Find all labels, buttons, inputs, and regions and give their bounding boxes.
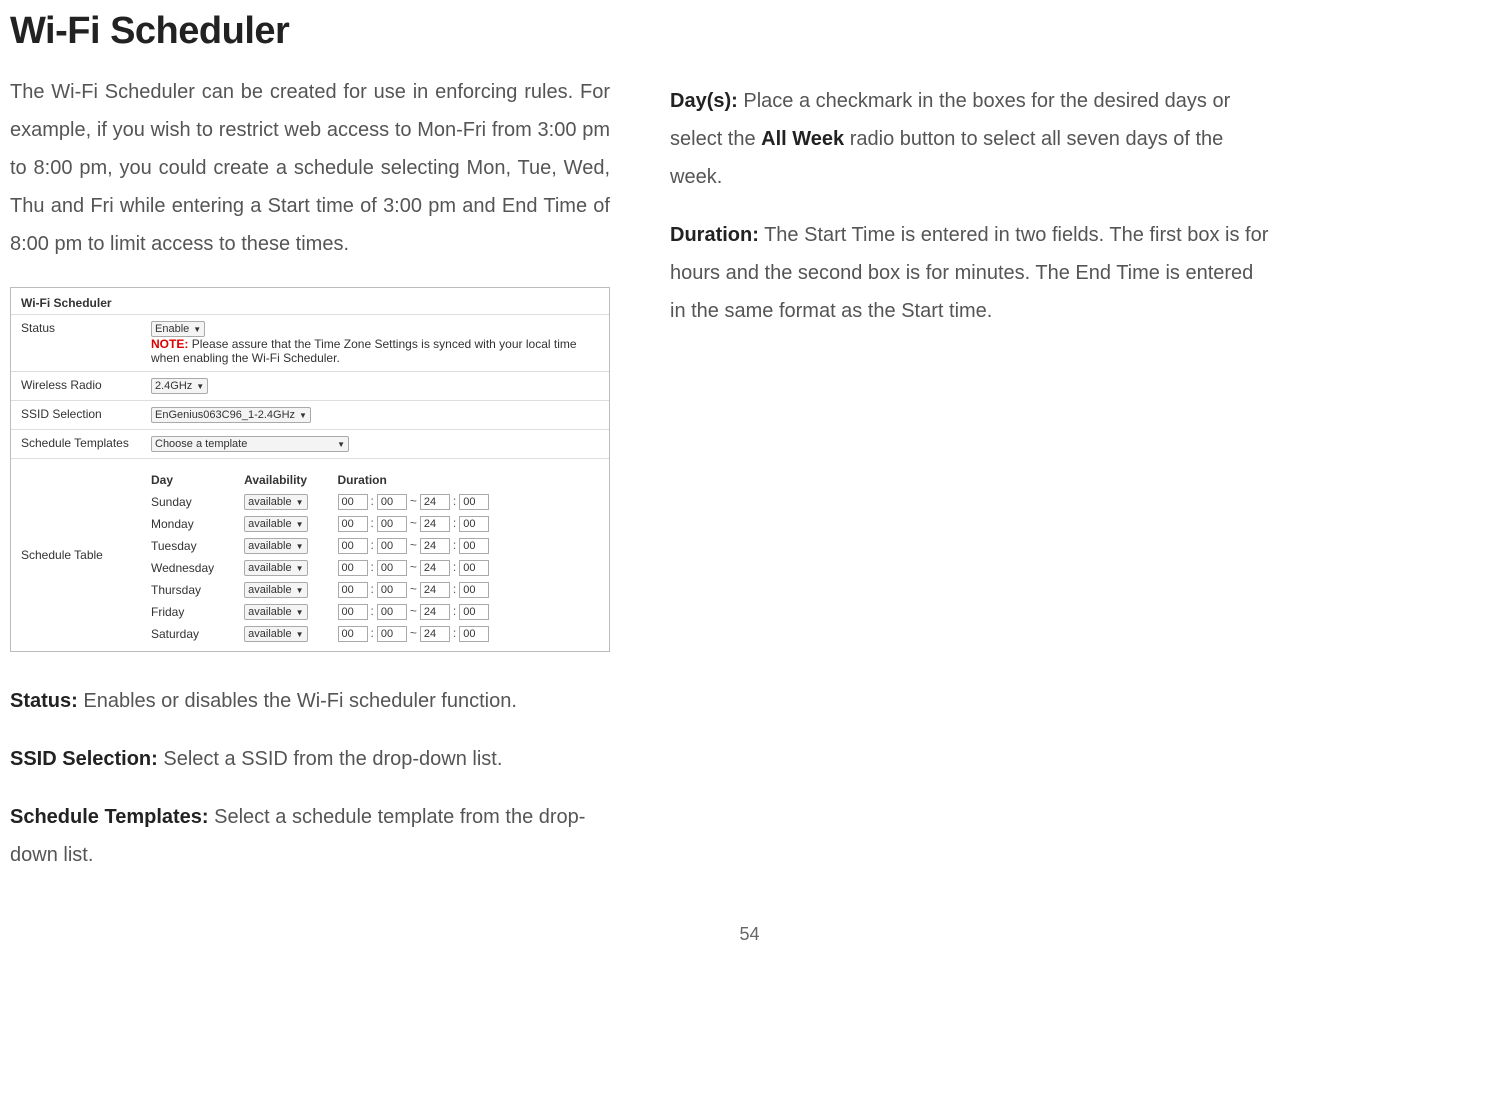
end-min-input[interactable]: 00 [459,516,489,532]
page-title: Wi-Fi Scheduler [10,10,610,53]
left-column: Wi-Fi Scheduler The Wi-Fi Scheduler can … [10,10,610,894]
right-column: Day(s): Place a checkmark in the boxes f… [670,10,1270,894]
cell-day: Sunday [151,491,244,513]
cell-day: Friday [151,601,244,623]
availability-select[interactable]: available ▼ [244,582,307,598]
def-duration: Duration: The Start Time is entered in t… [670,216,1270,330]
end-hour-input[interactable]: 24 [420,516,450,532]
chevron-down-icon: ▼ [196,382,204,391]
row-label-ssid: SSID Selection [11,401,141,430]
table-row: Wednesdayavailable ▼ 00:00~24:00 [151,557,519,579]
cell-day: Tuesday [151,535,244,557]
end-min-input[interactable]: 00 [459,560,489,576]
end-min-input[interactable]: 00 [459,538,489,554]
template-select[interactable]: Choose a template ▼ [151,436,349,452]
chevron-down-icon: ▼ [296,542,304,551]
wireless-radio-select[interactable]: 2.4GHz ▼ [151,378,208,394]
row-label-radio: Wireless Radio [11,372,141,401]
availability-select[interactable]: available ▼ [244,516,307,532]
def-ssid-selection: SSID Selection: Select a SSID from the d… [10,740,610,778]
table-row: Sundayavailable ▼ 00:00~24:00 [151,491,519,513]
end-min-input[interactable]: 00 [459,494,489,510]
chevron-down-icon: ▼ [296,564,304,573]
start-hour-input[interactable]: 00 [338,560,368,576]
chevron-down-icon: ▼ [296,498,304,507]
chevron-down-icon: ▼ [296,520,304,529]
def-status: Status: Enables or disables the Wi-Fi sc… [10,682,610,720]
cell-day: Monday [151,513,244,535]
cell-duration: 00:00~24:00 [338,601,520,623]
cell-day: Saturday [151,623,244,645]
screenshot-title: Wi-Fi Scheduler [11,288,609,314]
row-label-status: Status [11,315,141,372]
start-hour-input[interactable]: 00 [338,494,368,510]
chevron-down-icon: ▼ [337,440,345,449]
start-hour-input[interactable]: 00 [338,604,368,620]
end-min-input[interactable]: 00 [459,604,489,620]
end-hour-input[interactable]: 24 [420,604,450,620]
table-row: Saturdayavailable ▼ 00:00~24:00 [151,623,519,645]
embedded-screenshot: Wi-Fi Scheduler Status Enable ▼ NOTE: Pl… [10,287,610,652]
chevron-down-icon: ▼ [296,608,304,617]
availability-select[interactable]: available ▼ [244,538,307,554]
start-hour-input[interactable]: 00 [338,538,368,554]
ssid-select[interactable]: EnGenius063C96_1-2.4GHz ▼ [151,407,311,423]
row-label-schedule-table: Schedule Table [11,459,141,652]
def-schedule-templates: Schedule Templates: Select a schedule te… [10,798,610,874]
table-row: Mondayavailable ▼ 00:00~24:00 [151,513,519,535]
end-hour-input[interactable]: 24 [420,626,450,642]
start-min-input[interactable]: 00 [377,560,407,576]
note-text: Please assure that the Time Zone Setting… [151,337,577,365]
start-hour-input[interactable]: 00 [338,626,368,642]
start-min-input[interactable]: 00 [377,626,407,642]
availability-select[interactable]: available ▼ [244,494,307,510]
intro-paragraph: The Wi-Fi Scheduler can be created for u… [10,73,610,263]
cell-duration: 00:00~24:00 [338,491,520,513]
end-hour-input[interactable]: 24 [420,538,450,554]
col-header-availability: Availability [244,469,337,491]
cell-duration: 00:00~24:00 [338,557,520,579]
schedule-inner-table: Day Availability Duration Sundayavailabl… [151,469,519,645]
availability-select[interactable]: available ▼ [244,604,307,620]
start-min-input[interactable]: 00 [377,494,407,510]
chevron-down-icon: ▼ [296,630,304,639]
end-hour-input[interactable]: 24 [420,582,450,598]
page-number: 54 [0,924,1499,945]
availability-select[interactable]: available ▼ [244,560,307,576]
cell-duration: 00:00~24:00 [338,579,520,601]
cell-duration: 00:00~24:00 [338,535,520,557]
col-header-day: Day [151,469,244,491]
end-min-input[interactable]: 00 [459,582,489,598]
table-row: Thursdayavailable ▼ 00:00~24:00 [151,579,519,601]
note-label: NOTE: [151,337,188,351]
definitions-right: Day(s): Place a checkmark in the boxes f… [670,82,1270,330]
status-select[interactable]: Enable ▼ [151,321,205,337]
cell-duration: 00:00~24:00 [338,513,520,535]
def-days: Day(s): Place a checkmark in the boxes f… [670,82,1270,196]
end-hour-input[interactable]: 24 [420,560,450,576]
chevron-down-icon: ▼ [299,411,307,420]
start-min-input[interactable]: 00 [377,516,407,532]
col-header-duration: Duration [338,469,520,491]
cell-day: Wednesday [151,557,244,579]
end-min-input[interactable]: 00 [459,626,489,642]
end-hour-input[interactable]: 24 [420,494,450,510]
start-hour-input[interactable]: 00 [338,582,368,598]
chevron-down-icon: ▼ [296,586,304,595]
row-label-template: Schedule Templates [11,430,141,459]
chevron-down-icon: ▼ [193,325,201,334]
cell-duration: 00:00~24:00 [338,623,520,645]
start-min-input[interactable]: 00 [377,604,407,620]
availability-select[interactable]: available ▼ [244,626,307,642]
table-row: Fridayavailable ▼ 00:00~24:00 [151,601,519,623]
start-min-input[interactable]: 00 [377,582,407,598]
screenshot-form-table: Status Enable ▼ NOTE: Please assure that… [11,314,609,651]
definitions-left: Status: Enables or disables the Wi-Fi sc… [10,682,610,874]
start-hour-input[interactable]: 00 [338,516,368,532]
start-min-input[interactable]: 00 [377,538,407,554]
table-row: Tuesdayavailable ▼ 00:00~24:00 [151,535,519,557]
cell-day: Thursday [151,579,244,601]
